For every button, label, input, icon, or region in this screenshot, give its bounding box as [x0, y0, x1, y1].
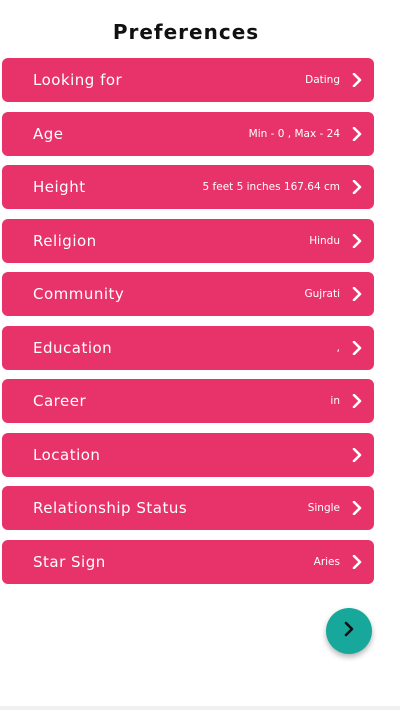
chevron-right-icon	[346, 445, 368, 465]
preference-value: Single	[307, 502, 340, 514]
chevron-right-icon	[343, 621, 355, 641]
chevron-right-icon	[346, 177, 368, 197]
preference-label: Age	[33, 124, 64, 143]
chevron-right-icon	[346, 231, 368, 251]
chevron-right-icon	[346, 284, 368, 304]
preference-row-education[interactable]: Education ,	[2, 325, 374, 370]
chevron-right-icon	[346, 338, 368, 358]
preference-label: Career	[33, 392, 87, 410]
preference-label: Relationship Status	[33, 499, 188, 517]
preference-label: Religion	[33, 231, 97, 250]
preferences-list: Looking for Dating Age Min - 0 , Max - 2…	[2, 58, 374, 593]
preference-row-community[interactable]: Community Gujrati	[2, 272, 374, 316]
preference-value: Aries	[313, 555, 340, 568]
preference-value: Gujrati	[304, 288, 341, 300]
preference-value: in	[330, 395, 340, 407]
preference-row-star-sign[interactable]: Star Sign Aries	[2, 539, 374, 584]
preference-label: Star Sign	[33, 552, 106, 571]
chevron-right-icon	[346, 124, 368, 144]
preference-label: Height	[33, 178, 86, 196]
preference-row-religion[interactable]: Religion Hindu	[2, 218, 374, 263]
preference-row-height[interactable]: Height 5 feet 5 inches 167.64 cm	[2, 165, 374, 209]
preference-row-career[interactable]: Career in	[2, 379, 374, 423]
chevron-right-icon	[346, 552, 368, 572]
preference-label: Location	[33, 445, 101, 464]
preference-value: 5 feet 5 inches 167.64 cm	[202, 181, 340, 193]
chevron-right-icon	[346, 70, 368, 90]
chevron-right-icon	[346, 498, 368, 518]
preference-label: Education	[33, 338, 113, 357]
preference-row-looking-for[interactable]: Looking for Dating	[2, 58, 374, 102]
preference-label: Looking for	[33, 71, 123, 89]
preference-label: Community	[33, 285, 125, 303]
preference-value: ,	[336, 341, 340, 354]
preference-value: Dating	[305, 74, 340, 86]
preference-row-location[interactable]: Location	[2, 432, 374, 477]
preference-row-relationship-status[interactable]: Relationship Status Single	[2, 486, 374, 530]
preference-row-age[interactable]: Age Min - 0 , Max - 24	[2, 111, 374, 156]
bottom-divider	[0, 706, 400, 710]
next-button[interactable]	[326, 608, 372, 654]
preference-value: Min - 0 , Max - 24	[248, 127, 340, 140]
preference-value: Hindu	[309, 234, 340, 247]
chevron-right-icon	[346, 391, 368, 411]
page-title: Preferences	[112, 20, 260, 44]
